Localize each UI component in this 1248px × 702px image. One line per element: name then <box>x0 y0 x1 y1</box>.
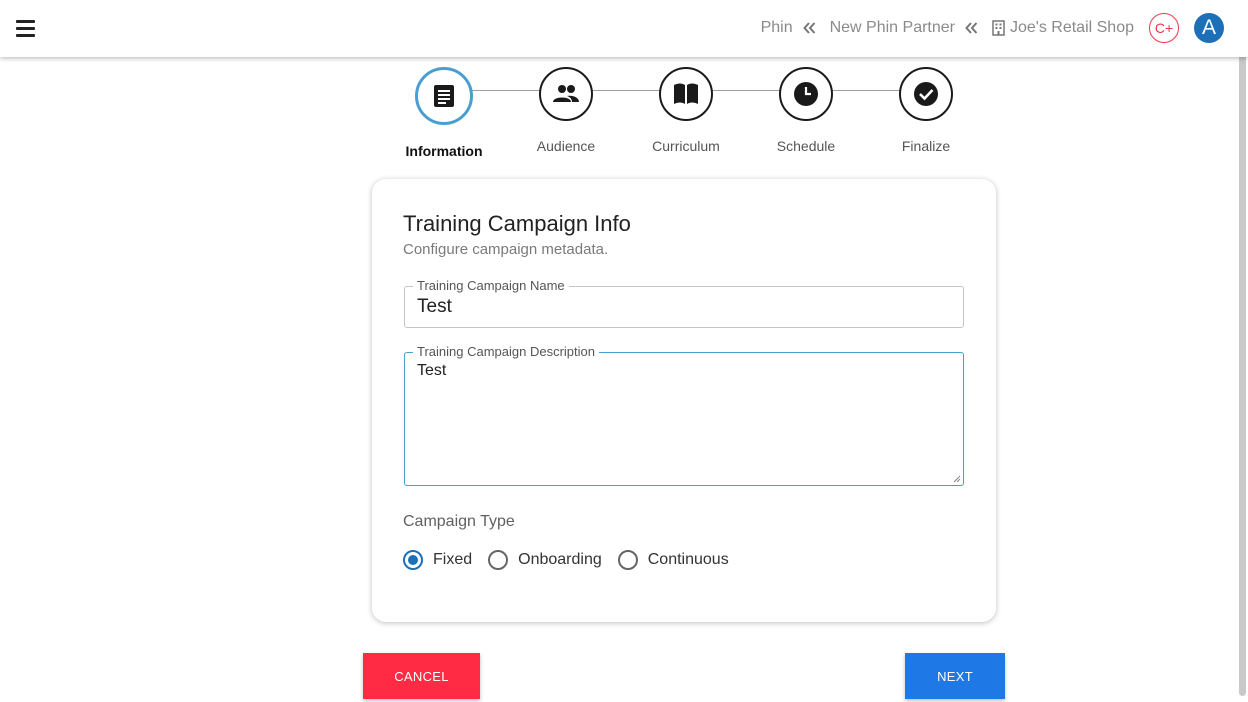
book-icon <box>659 67 713 121</box>
scrollbar[interactable] <box>1239 30 1246 696</box>
campaign-name-field: Training Campaign Name <box>404 278 964 328</box>
next-button[interactable]: NEXT <box>905 653 1005 699</box>
campaign-description-label: Training Campaign Description <box>413 344 599 359</box>
campaign-type-radio-group: Fixed Onboarding Continuous <box>403 550 745 570</box>
radio-onboarding[interactable]: Onboarding <box>488 550 602 570</box>
campaign-description-input[interactable]: Test <box>417 362 947 477</box>
check-circle-icon <box>899 67 953 121</box>
double-chevron-left-icon <box>965 22 978 34</box>
cancel-button[interactable]: CANCEL <box>363 653 480 699</box>
top-bar: Phin New Phin Partner Joe's Retail Shop … <box>0 0 1248 57</box>
step-label: Finalize <box>901 138 951 154</box>
breadcrumb-item-new-phin-partner[interactable]: New Phin Partner <box>830 19 955 37</box>
hamburger-menu-icon[interactable] <box>14 17 38 39</box>
campaign-name-input[interactable] <box>417 296 947 318</box>
step-label: Audience <box>536 138 596 154</box>
radio-continuous[interactable]: Continuous <box>617 550 729 570</box>
radio-label: Onboarding <box>518 551 602 568</box>
campaign-info-card: Training Campaign Info Configure campaig… <box>372 179 996 622</box>
radio-unselected-icon <box>617 550 638 570</box>
step-finalize[interactable]: Finalize <box>871 67 981 154</box>
avatar[interactable]: A <box>1194 13 1224 43</box>
step-label: Information <box>405 143 483 159</box>
radio-fixed[interactable]: Fixed <box>403 550 472 570</box>
people-icon <box>539 67 593 121</box>
double-chevron-left-icon <box>802 22 816 34</box>
resize-grip-icon[interactable] <box>953 475 961 483</box>
step-information[interactable]: Information <box>389 67 499 159</box>
breadcrumb-item-joes-retail-shop[interactable]: Joe's Retail Shop <box>1010 19 1134 37</box>
step-audience[interactable]: Audience <box>511 67 621 154</box>
step-label: Curriculum <box>652 138 720 154</box>
article-icon <box>415 67 473 125</box>
step-schedule[interactable]: Schedule <box>751 67 861 154</box>
radio-unselected-icon <box>488 550 509 570</box>
clock-icon <box>779 67 833 121</box>
grade-badge[interactable]: C+ <box>1149 13 1179 43</box>
campaign-type-label: Campaign Type <box>403 513 515 530</box>
card-subtitle: Configure campaign metadata. <box>403 241 609 258</box>
radio-label: Continuous <box>647 551 729 568</box>
radio-selected-icon <box>403 550 423 570</box>
building-icon <box>992 20 1005 36</box>
campaign-name-label: Training Campaign Name <box>413 278 569 293</box>
breadcrumb: Phin New Phin Partner Joe's Retail Shop <box>761 17 1134 39</box>
card-title: Training Campaign Info <box>403 211 631 236</box>
breadcrumb-item-phin[interactable]: Phin <box>761 19 793 37</box>
radio-label: Fixed <box>433 551 473 568</box>
campaign-description-field: Training Campaign Description Test <box>404 344 964 486</box>
step-label: Schedule <box>776 138 836 154</box>
step-curriculum[interactable]: Curriculum <box>631 67 741 154</box>
